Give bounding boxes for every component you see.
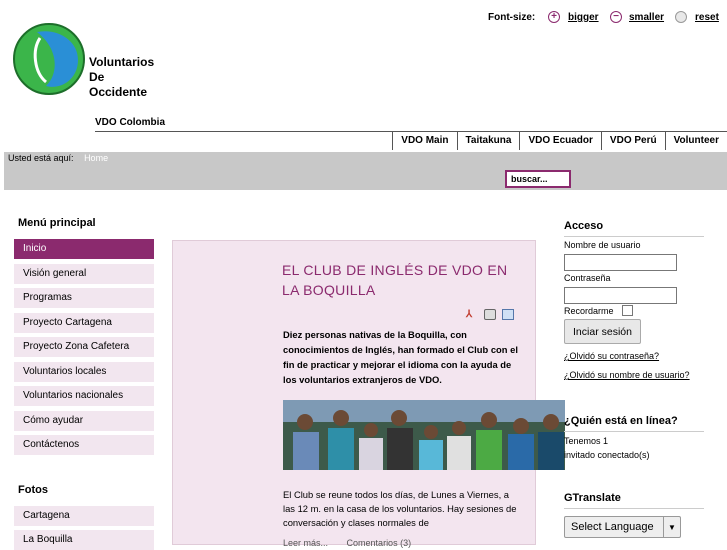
fotos-item-la-boquilla[interactable]: La Boquilla (14, 530, 154, 550)
online-divider (564, 431, 704, 432)
group-photo-image (283, 400, 565, 470)
online-guests: invitado conectado(s) (564, 450, 650, 460)
minus-icon[interactable]: − (610, 11, 622, 23)
site-tagline: VDO Colombia (95, 117, 166, 128)
font-smaller-link[interactable]: smaller (629, 12, 664, 23)
username-field[interactable] (564, 254, 677, 271)
chevron-down-icon: ▼ (663, 517, 680, 537)
read-more-link[interactable]: Leer más... (283, 538, 328, 548)
menu-item-proyecto-zona-cafetera[interactable]: Proyecto Zona Cafetera (14, 337, 154, 357)
nav-item-vdo-main[interactable]: VDO Main (392, 131, 456, 150)
font-reset-link[interactable]: reset (695, 12, 719, 23)
pdf-icon[interactable]: ⅄ (466, 309, 478, 320)
remember-checkbox[interactable] (622, 305, 633, 316)
menu-item-inicio[interactable]: Inicio (14, 239, 154, 259)
online-count: Tenemos 1 (564, 436, 609, 446)
username-label: Nombre de usuario (564, 240, 641, 250)
gtranslate-divider (564, 508, 704, 509)
main-menu-heading: Menú principal (18, 217, 96, 229)
logo-text: Voluntarios De Occidente (89, 55, 154, 100)
group-photo (283, 400, 565, 470)
print-icon[interactable] (484, 309, 496, 320)
search-input[interactable]: buscar... (505, 170, 571, 188)
menu-item-como-ayudar[interactable]: Cómo ayudar (14, 411, 154, 431)
breadcrumb-label: Usted está aquí: (8, 153, 74, 163)
font-size-label: Font-size: (488, 12, 536, 23)
login-button[interactable]: Inciar sesión (564, 319, 641, 344)
nav-item-vdo-ecuador[interactable]: VDO Ecuador (519, 131, 600, 150)
nav-item-volunteer[interactable]: Volunteer (664, 131, 727, 150)
logo-line-1: Voluntarios (89, 55, 155, 69)
forgot-password-link[interactable]: ¿Olvidó su contraseña? (564, 351, 659, 361)
online-heading: ¿Quién está en línea? (564, 415, 678, 427)
comments-link[interactable]: Comentarios (3) (347, 538, 412, 548)
fotos-heading: Fotos (18, 484, 48, 496)
menu-item-voluntarios-nacionales[interactable]: Voluntarios nacionales (14, 386, 154, 406)
top-nav: VDO Main Taitakuna VDO Ecuador VDO Perú … (392, 131, 727, 153)
menu-item-programas[interactable]: Programas (14, 288, 154, 308)
logo-line-2: De (89, 70, 105, 84)
remember-label: Recordarme (564, 306, 614, 316)
password-label: Contraseña (564, 273, 611, 283)
language-select-value: Select Language (571, 521, 654, 533)
logo-line-3: Occidente (89, 85, 148, 99)
fotos-item-cartagena[interactable]: Cartagena (14, 506, 154, 526)
plus-icon[interactable]: + (548, 11, 560, 23)
menu-item-proyecto-cartagena[interactable]: Proyecto Cartagena (14, 313, 154, 333)
breadcrumb-home-link[interactable]: Home (84, 153, 108, 163)
email-icon[interactable] (502, 309, 514, 320)
article-intro: Diez personas nativas de la Boquilla, co… (283, 329, 518, 385)
nav-item-vdo-peru[interactable]: VDO Perú (600, 131, 665, 150)
article-tools: ⅄ (466, 309, 514, 320)
nav-item-taitakuna[interactable]: Taitakuna (456, 131, 520, 150)
password-field[interactable] (564, 287, 677, 304)
font-bigger-link[interactable]: bigger (568, 12, 599, 23)
menu-item-voluntarios-locales[interactable]: Voluntarios locales (14, 362, 154, 382)
gtranslate-heading: GTranslate (564, 492, 621, 504)
login-heading: Acceso (564, 220, 604, 232)
login-divider (564, 236, 704, 237)
menu-item-vision-general[interactable]: Visión general (14, 264, 154, 284)
article-links: Leer más... Comentarios (3) (283, 538, 411, 548)
article-body: El Club se reune todos los días, de Lune… (283, 489, 517, 528)
forgot-username-link[interactable]: ¿Olvidó su nombre de usuario? (564, 370, 690, 380)
vdo-logo-icon[interactable] (12, 20, 88, 98)
article-title[interactable]: EL CLUB DE INGLÉS DE VDO EN LA BOQUILLA (282, 260, 522, 300)
breadcrumb-bar (4, 152, 727, 190)
menu-item-contactenos[interactable]: Contáctenos (14, 435, 154, 455)
breadcrumb: Usted está aquí: Home (8, 153, 108, 163)
reset-icon[interactable] (675, 11, 687, 23)
language-select[interactable]: Select Language ▼ (564, 516, 681, 538)
